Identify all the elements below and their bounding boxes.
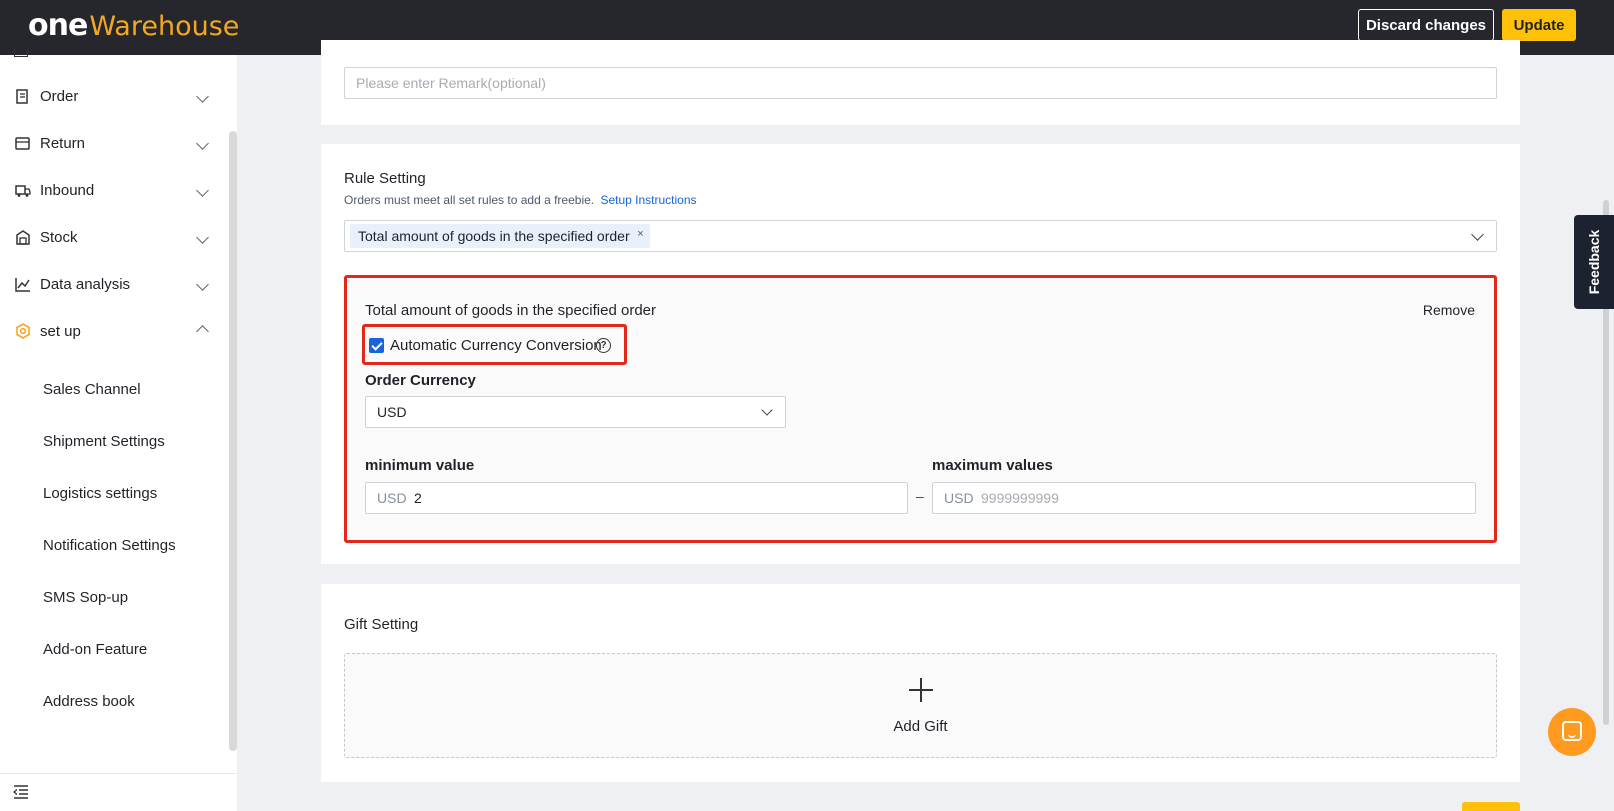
product-icon [14,47,28,57]
sidebar-item-return[interactable]: Return [0,123,229,163]
sidebar-scrollbar[interactable] [229,131,237,751]
update-button[interactable]: Update [1502,9,1576,41]
sidebar-subitem-logistics-settings[interactable]: Logistics settings [0,473,229,513]
sidebar: Order Return Inbound Stock Data analysis [0,47,237,811]
sidebar-item-label: Return [40,134,86,152]
rule-setting-description: Orders must meet all set rules to add a … [344,193,697,207]
return-icon [14,135,31,152]
gift-setting-card: Gift Setting Add Gift [321,584,1520,782]
sidebar-subitem-label: Sales Channel [43,380,141,398]
sidebar-subitem-label: SMS Sop-up [43,588,129,606]
feedback-label: Feedback [1586,229,1602,295]
gift-setting-title: Gift Setting [344,616,419,633]
bottom-action-button[interactable] [1462,802,1520,811]
sidebar-item-stock[interactable]: Stock [0,217,229,257]
chevron-down-icon [1471,228,1484,241]
chevron-down-icon [196,136,209,150]
discard-changes-button[interactable]: Discard changes [1358,9,1494,41]
selected-rule-tag-label: Total amount of goods in the specified o… [358,228,630,244]
rule-setting-title: Rule Setting [344,170,426,187]
collapse-sidebar-icon[interactable] [12,785,29,799]
sidebar-item-label: Inbound [40,181,95,199]
minimum-value-label: minimum value [365,457,475,474]
rule-box-title: Total amount of goods in the specified o… [365,302,657,319]
order-currency-value: USD [377,404,407,420]
remark-card [321,40,1520,125]
sidebar-subitem-label: Shipment Settings [43,432,165,450]
chart-icon [14,276,31,293]
order-currency-label: Order Currency [365,372,476,389]
sidebar-item-order[interactable]: Order [0,76,229,116]
currency-prefix: USD [377,490,407,506]
currency-conversion-label[interactable]: Automatic Currency Conversion [390,337,602,354]
app-logo[interactable]: one Warehouse [28,8,239,43]
sidebar-subitem-shipment-settings[interactable]: Shipment Settings [0,421,229,461]
logo-one: one [28,8,88,43]
sidebar-subitem-sms-sop-up[interactable]: SMS Sop-up [0,577,229,617]
rule-box: Total amount of goods in the specified o… [344,275,1497,543]
remove-rule-button[interactable]: Remove [1423,302,1475,318]
settings-icon [14,323,31,340]
sidebar-item-label: Data analysis [40,275,131,293]
plus-icon [909,678,933,702]
close-icon[interactable]: × [637,228,643,240]
sidebar-subitem-label: Logistics settings [43,484,158,502]
sidebar-subitem-add-on-feature[interactable]: Add-on Feature [0,629,229,669]
setup-instructions-link[interactable]: Setup Instructions [600,193,696,207]
currency-conversion-checkbox[interactable] [369,338,384,353]
currency-conversion-highlight: Automatic Currency Conversion ? [362,324,627,365]
order-currency-select[interactable]: USD [365,396,786,428]
selected-rule-tag: Total amount of goods in the specified o… [350,224,650,248]
maximum-value-label: maximum values [932,457,1053,474]
chevron-down-icon [196,230,209,244]
sidebar-subitem-sales-channel[interactable]: Sales Channel [0,369,229,409]
maximum-value-placeholder: 9999999999 [981,490,1059,506]
inbound-icon [14,182,31,199]
sidebar-subitem-label: Notification Settings [43,536,176,554]
chevron-down-icon [196,277,209,291]
stock-icon [14,229,31,246]
add-gift-label: Add Gift [893,718,948,735]
remark-input[interactable] [344,67,1497,99]
sidebar-item-label: Order [40,87,79,105]
sidebar-subitem-label: Address book [43,692,135,710]
rule-setting-card: Rule Setting Orders must meet all set ru… [321,144,1520,564]
rule-type-select[interactable]: Total amount of goods in the specified o… [344,220,1497,252]
maximum-value-input[interactable]: USD 9999999999 [932,482,1476,514]
sidebar-subitem-address-book[interactable]: Address book [0,681,229,721]
chat-icon [1562,721,1582,741]
rule-description-text: Orders must meet all set rules to add a … [344,193,595,207]
currency-prefix: USD [944,490,974,506]
sidebar-item-label: set up [40,322,81,340]
sidebar-subitem-label: Add-on Feature [43,640,148,658]
chat-button[interactable] [1548,708,1596,756]
chevron-up-icon [196,324,209,338]
feedback-tab[interactable]: Feedback [1574,215,1614,309]
sidebar-item-set-up[interactable]: set up [0,311,229,351]
chevron-down-icon [761,404,773,416]
sidebar-item-inbound[interactable]: Inbound [0,170,229,210]
range-separator: – [916,488,924,504]
minimum-value-text: 2 [414,490,422,506]
help-icon[interactable]: ? [596,338,611,353]
sidebar-footer [0,773,237,811]
add-gift-button[interactable]: Add Gift [344,653,1497,758]
minimum-value-input[interactable]: USD 2 [365,482,908,514]
sidebar-item-data-analysis[interactable]: Data analysis [0,264,229,304]
logo-warehouse: Warehouse [89,11,240,42]
sidebar-subitem-notification-settings[interactable]: Notification Settings [0,525,229,565]
order-icon [14,88,31,105]
chevron-down-icon [196,89,209,103]
sidebar-item-label: Stock [40,228,78,246]
chevron-down-icon [196,183,209,197]
